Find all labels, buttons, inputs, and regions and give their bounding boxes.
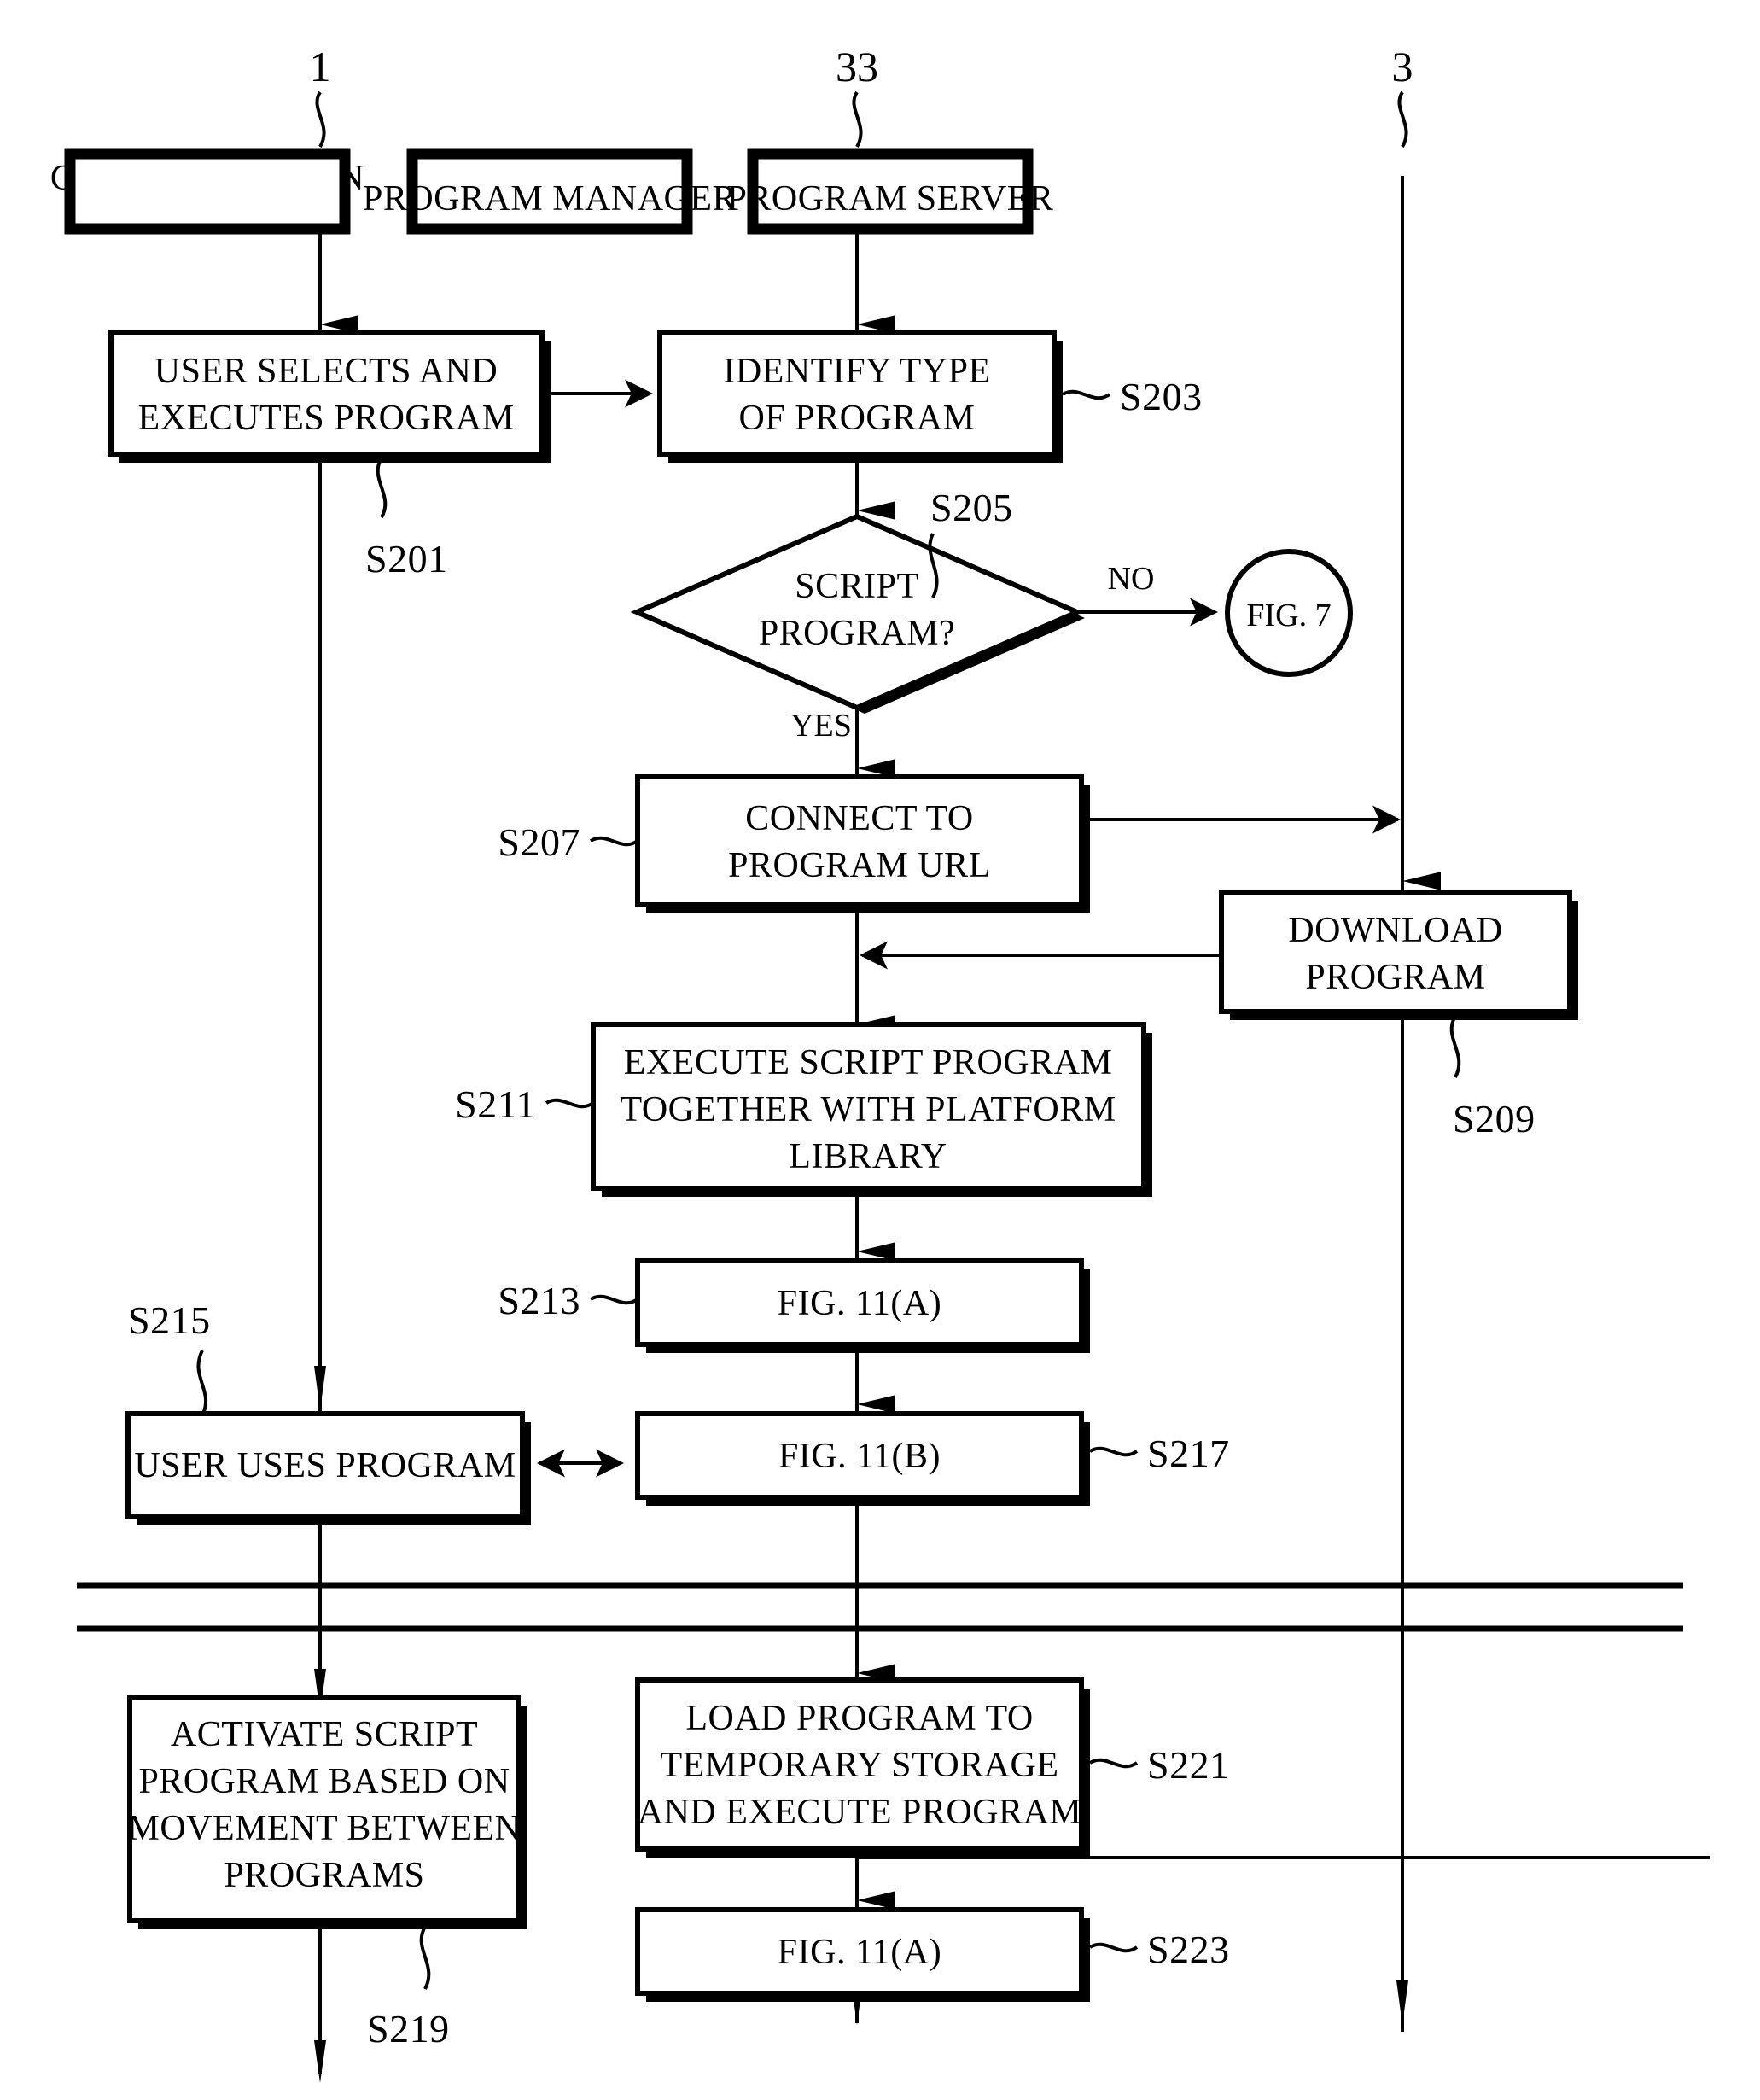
leader-line-s203 bbox=[1061, 389, 1111, 400]
step-label-s219: S219 bbox=[367, 2007, 450, 2050]
process-box-s219: ACTIVATE SCRIPT PROGRAM BASED ON MOVEMEN… bbox=[127, 1695, 527, 1929]
s201-line2: EXECUTES PROGRAM bbox=[138, 399, 515, 438]
process-box-s221: LOAD PROGRAM TO TEMPORARY STORAGE AND EX… bbox=[635, 1677, 1090, 1858]
process-box-s217: FIG. 11(B) bbox=[635, 1411, 1090, 1506]
lifeline-server-arrowhead bbox=[1396, 1980, 1408, 2025]
step-label-s221: S221 bbox=[1147, 1743, 1230, 1787]
s203-line2: OF PROGRAM bbox=[739, 399, 976, 438]
leader-line-s209 bbox=[1449, 1015, 1461, 1078]
s221-line2: TEMPORARY STORAGE bbox=[660, 1746, 1058, 1785]
s219-line3: MOVEMENT BETWEEN bbox=[128, 1809, 522, 1848]
s221-line1: LOAD PROGRAM TO bbox=[685, 1699, 1033, 1738]
process-box-s209: DOWNLOAD PROGRAM bbox=[1219, 890, 1578, 1020]
header-manager-line1: PROGRAM MANAGER bbox=[363, 179, 737, 219]
process-box-s213: FIG. 11(A) bbox=[635, 1258, 1090, 1353]
step-label-s209: S209 bbox=[1453, 1097, 1536, 1140]
s207-line2: PROGRAM URL bbox=[728, 846, 991, 885]
header-box-server: PROGRAM SERVER bbox=[727, 148, 1054, 235]
leader-line-s215 bbox=[196, 1350, 208, 1415]
lifeline-terminal-arrowhead bbox=[314, 2040, 326, 2083]
leader-line-s211 bbox=[545, 1098, 595, 1109]
s209-line1: DOWNLOAD bbox=[1288, 911, 1502, 950]
figure-canvas: 1 33 3 COMMUNICATION TERMINAL PROGRAM MA… bbox=[0, 0, 1760, 2100]
step-label-s205: S205 bbox=[930, 486, 1013, 529]
flowchart-svg: 1 33 3 COMMUNICATION TERMINAL PROGRAM MA… bbox=[50, 43, 1710, 2083]
leader-line-s217 bbox=[1088, 1446, 1139, 1457]
step-label-s201: S201 bbox=[365, 537, 448, 580]
leader-line-s201 bbox=[376, 457, 388, 518]
s209-line2: PROGRAM bbox=[1305, 958, 1485, 997]
step-label-s215: S215 bbox=[128, 1298, 211, 1342]
step-label-s213: S213 bbox=[498, 1279, 580, 1322]
step-label-s207: S207 bbox=[498, 820, 580, 864]
s215-label: USER USES PROGRAM bbox=[134, 1446, 516, 1485]
s219-line2: PROGRAM BASED ON bbox=[138, 1762, 510, 1801]
s211-line3: LIBRARY bbox=[789, 1137, 947, 1176]
header-server-line1: PROGRAM SERVER bbox=[727, 179, 1054, 219]
leader-line-manager bbox=[852, 90, 863, 148]
leader-line-s219 bbox=[419, 1926, 431, 1990]
fig7-label: FIG. 7 bbox=[1246, 598, 1331, 633]
step-label-s217: S217 bbox=[1147, 1432, 1230, 1475]
s221-line3: AND EXECUTE PROGRAM bbox=[638, 1793, 1082, 1832]
s205-line2: PROGRAM? bbox=[759, 614, 955, 653]
s219-line4: PROGRAMS bbox=[224, 1856, 424, 1895]
decision-diamond-s205: SCRIPT PROGRAM? bbox=[630, 513, 1085, 714]
s201-line1: USER SELECTS AND bbox=[154, 352, 498, 391]
ref-numeral-manager: 33 bbox=[836, 43, 878, 90]
ref-numeral-server: 3 bbox=[1392, 43, 1413, 90]
s217-label: FIG. 11(B) bbox=[778, 1437, 941, 1476]
s219-line1: ACTIVATE SCRIPT bbox=[171, 1715, 478, 1754]
step-label-s223: S223 bbox=[1147, 1928, 1230, 1971]
leader-line-s223 bbox=[1088, 1942, 1139, 1953]
process-box-s215: USER USES PROGRAM bbox=[125, 1411, 531, 1525]
edge-label-no: NO bbox=[1108, 561, 1155, 597]
leader-line-s207 bbox=[589, 836, 639, 847]
s205-line1: SCRIPT bbox=[795, 567, 918, 606]
s223-label: FIG. 11(A) bbox=[778, 1933, 941, 1972]
s211-line2: TOGETHER WITH PLATFORM bbox=[620, 1090, 1116, 1129]
process-box-s211: EXECUTE SCRIPT PROGRAM TOGETHER WITH PLA… bbox=[591, 1022, 1152, 1197]
s213-label: FIG. 11(A) bbox=[778, 1284, 941, 1323]
edge-terminal-to-s215-arrowhead bbox=[314, 1366, 326, 1410]
leader-line-s213 bbox=[589, 1294, 639, 1305]
process-box-s201: USER SELECTS AND EXECUTES PROGRAM bbox=[108, 330, 551, 463]
connector-node-fig7: FIG. 7 bbox=[1225, 549, 1353, 677]
s207-line1: CONNECT TO bbox=[745, 799, 974, 838]
header-box-manager: PROGRAM MANAGER bbox=[363, 148, 737, 235]
step-label-s203: S203 bbox=[1120, 375, 1203, 418]
ref-numeral-terminal: 1 bbox=[310, 43, 331, 90]
leader-line-server bbox=[1397, 90, 1408, 148]
leader-line-terminal bbox=[315, 90, 326, 148]
process-box-s203: IDENTIFY TYPE OF PROGRAM bbox=[657, 330, 1063, 463]
step-label-s211: S211 bbox=[455, 1082, 536, 1126]
s203-line1: IDENTIFY TYPE bbox=[723, 352, 990, 391]
process-box-s223: FIG. 11(A) bbox=[635, 1907, 1090, 2002]
process-box-s207: CONNECT TO PROGRAM URL bbox=[635, 774, 1090, 913]
edge-label-yes: YES bbox=[790, 708, 852, 744]
s211-line1: EXECUTE SCRIPT PROGRAM bbox=[624, 1043, 1113, 1082]
leader-line-s221 bbox=[1088, 1758, 1139, 1769]
